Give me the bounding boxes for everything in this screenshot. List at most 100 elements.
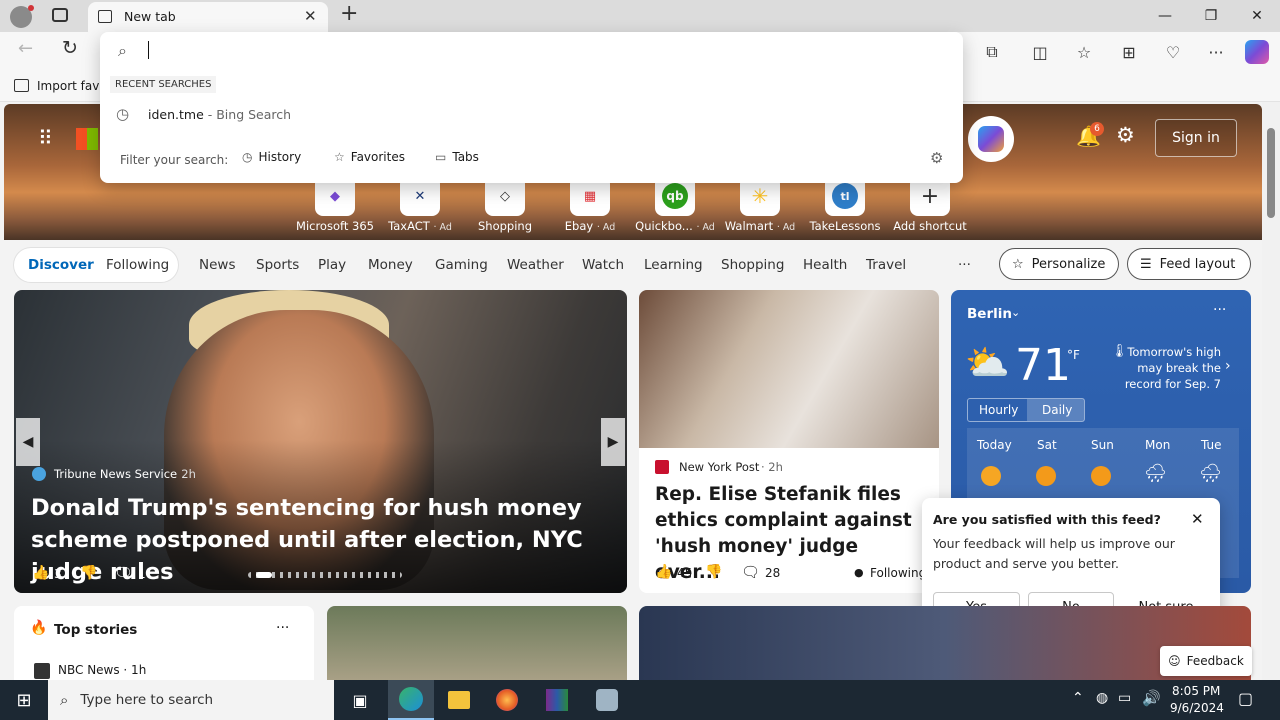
shortcut-microsoft365[interactable]: ◆ Microsoft 365 <box>295 176 375 233</box>
story-source[interactable]: NBC News · 1h <box>58 663 146 677</box>
like-icon[interactable]: 👍 <box>32 565 49 581</box>
tab-hourly[interactable]: Hourly <box>979 403 1018 417</box>
story-card-image[interactable] <box>327 606 627 680</box>
scrollbar-thumb[interactable] <box>1267 128 1275 218</box>
split-screen-icon[interactable]: ◫ <box>1028 40 1052 64</box>
copilot-icon[interactable] <box>1245 40 1269 64</box>
settings-icon[interactable]: ⚙ <box>1116 123 1135 147</box>
app-launcher-icon[interactable]: ⠿ <box>38 126 53 150</box>
vertical-tabs-icon[interactable] <box>52 8 68 22</box>
notifications-center-icon[interactable]: ▢ <box>1238 689 1253 708</box>
microsoft-logo[interactable] <box>76 128 98 150</box>
nav-play[interactable]: Play <box>318 257 346 273</box>
file-explorer-icon[interactable] <box>436 680 482 720</box>
clock-date[interactable]: 9/6/2024 <box>1170 701 1224 715</box>
shortcut-quickbooks[interactable]: qb Quickbo... · Ad <box>635 176 715 233</box>
edge-taskbar-icon[interactable] <box>388 680 434 720</box>
sign-in-button[interactable]: Sign in <box>1155 119 1237 157</box>
weather-unit[interactable]: °F <box>1067 348 1080 362</box>
tray-app-icon[interactable]: ◍ <box>1096 690 1108 706</box>
carousel-next-button[interactable]: ▶ <box>601 418 625 466</box>
network-icon[interactable]: ▭ <box>1118 690 1131 706</box>
filter-favorites-button[interactable]: ☆ Favorites <box>334 150 405 164</box>
new-tab-button[interactable]: + <box>340 1 358 26</box>
nav-money[interactable]: Money <box>368 257 413 273</box>
history-icon: ◷ <box>116 105 130 123</box>
following-label[interactable]: Following <box>870 566 926 580</box>
tray-overflow-icon[interactable]: ⌃ <box>1072 690 1084 706</box>
chevron-down-icon[interactable]: ⌄ <box>1011 306 1020 319</box>
rain-icon: 🌧 <box>1199 463 1222 484</box>
story-source[interactable]: Tribune News Service <box>54 467 177 481</box>
shortcut-taxact[interactable]: ✕ TaxACT · Ad <box>380 176 460 233</box>
nav-sports[interactable]: Sports <box>256 257 299 273</box>
clock-time[interactable]: 8:05 PM <box>1172 684 1220 698</box>
top-stories-more-icon[interactable]: ··· <box>276 620 289 636</box>
like-icon[interactable]: 👍 <box>655 564 672 580</box>
page-scrollbar[interactable] <box>1262 102 1280 680</box>
feedback-button[interactable]: ☺ Feedback <box>1160 646 1252 676</box>
comment-icon[interactable]: 🗨 <box>114 564 133 582</box>
minimize-button[interactable]: — <box>1142 0 1188 32</box>
personalize-button[interactable]: ☆ Personalize <box>999 248 1119 280</box>
nav-learning[interactable]: Learning <box>644 257 703 273</box>
favorites-icon[interactable]: ☆ <box>1072 40 1096 64</box>
tab-new-tab[interactable]: New tab ✕ <box>88 2 328 32</box>
feed-layout-button[interactable]: ☰ Feed layout <box>1127 248 1251 280</box>
comment-icon[interactable]: 🗨 <box>741 563 760 581</box>
volume-icon[interactable]: 🔊 <box>1142 689 1161 707</box>
settings-gear-icon[interactable]: ⚙ <box>930 149 943 167</box>
add-shortcut-button[interactable]: + Add shortcut <box>890 176 970 233</box>
address-bar-input[interactable] <box>148 41 948 61</box>
nav-watch[interactable]: Watch <box>582 257 624 273</box>
nav-news[interactable]: News <box>199 257 235 273</box>
back-button[interactable]: ← <box>18 38 33 59</box>
weather-alert[interactable]: Tomorrow's high may break the record for… <box>1103 344 1221 392</box>
restore-button[interactable]: ❐ <box>1188 0 1234 32</box>
start-button[interactable]: ⊞ <box>0 680 48 720</box>
filter-history-button[interactable]: ◷ History <box>242 150 301 164</box>
weather-city[interactable]: Berlin <box>967 306 1012 322</box>
collections-icon[interactable]: ⊞ <box>1117 40 1141 64</box>
weather-more-icon[interactable]: ··· <box>1213 302 1226 318</box>
task-view-button[interactable]: ▣ <box>340 680 380 720</box>
nav-weather[interactable]: Weather <box>507 257 564 273</box>
dislike-icon[interactable]: 👎 <box>705 564 722 580</box>
close-icon[interactable]: ✕ <box>1191 510 1204 528</box>
chevron-right-icon[interactable]: › <box>1225 358 1231 374</box>
star-icon: ☆ <box>1012 256 1024 272</box>
close-window-button[interactable]: ✕ <box>1234 0 1280 32</box>
close-tab-icon[interactable]: ✕ <box>304 7 317 25</box>
performance-icon[interactable]: ♡ <box>1161 40 1185 64</box>
nav-more-button[interactable]: ··· <box>958 257 971 273</box>
tab-discover[interactable]: Discover <box>28 257 94 273</box>
shortcut-ebay[interactable]: ▦ Ebay · Ad <box>550 176 630 233</box>
filter-tabs-button[interactable]: ▭ Tabs <box>435 150 479 164</box>
nav-health[interactable]: Health <box>803 257 847 273</box>
second-story-card[interactable]: New York Post · 2h Rep. Elise Stefanik f… <box>639 290 939 593</box>
extensions-icon[interactable]: ⧉ <box>980 40 1004 64</box>
dislike-icon[interactable]: 👎 <box>80 565 97 581</box>
winrar-icon[interactable] <box>534 680 580 720</box>
filter-history-label: History <box>258 150 302 164</box>
firefox-icon[interactable] <box>484 680 530 720</box>
tab-following[interactable]: Following <box>106 257 169 273</box>
nav-shopping[interactable]: Shopping <box>721 257 784 273</box>
top-stories-title[interactable]: Top stories <box>54 622 137 638</box>
more-menu-icon[interactable]: ··· <box>1204 40 1228 64</box>
shortcut-shopping[interactable]: ◇ Shopping <box>465 176 545 233</box>
carousel-prev-button[interactable]: ◀ <box>16 418 40 466</box>
taskbar-search-box[interactable]: ⌕ Type here to search <box>48 680 334 720</box>
main-story-card[interactable]: ◀ ▶ Tribune News Service · 2h Donald Tru… <box>14 290 627 593</box>
story-source[interactable]: New York Post <box>679 460 759 474</box>
shortcut-walmart[interactable]: ✳ Walmart · Ad <box>720 176 800 233</box>
copilot-button[interactable] <box>968 116 1014 162</box>
tab-daily[interactable]: Daily <box>1042 403 1072 417</box>
nav-gaming[interactable]: Gaming <box>435 257 488 273</box>
import-favorites-link[interactable]: Import favo <box>37 79 107 93</box>
recent-search-item[interactable]: iden.tme - Bing Search <box>148 107 291 122</box>
shortcut-takelessons[interactable]: tl TakeLessons <box>805 176 885 233</box>
refresh-button[interactable]: ↻ <box>62 37 78 59</box>
pinned-app-icon[interactable] <box>584 680 630 720</box>
nav-travel[interactable]: Travel <box>866 257 906 273</box>
